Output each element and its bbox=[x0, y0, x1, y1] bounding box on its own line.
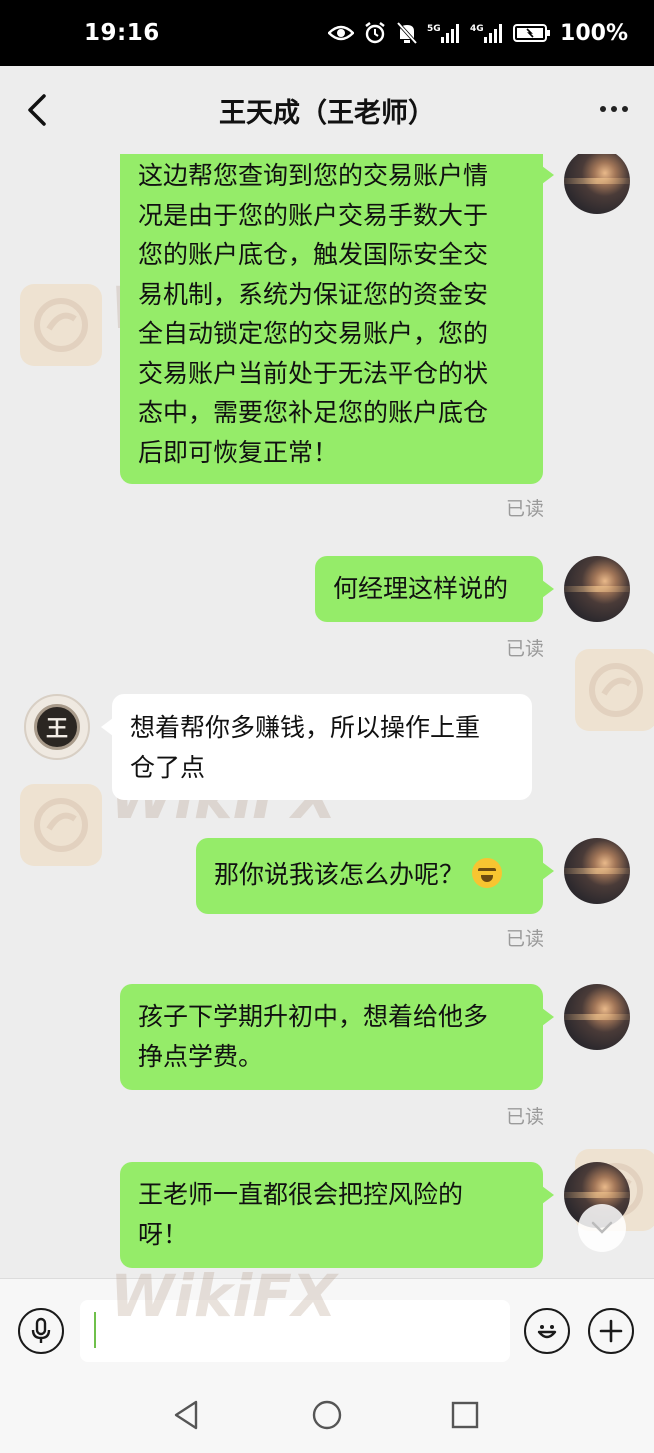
avatar-me[interactable] bbox=[564, 984, 630, 1050]
message-list[interactable]: WikiFX WikiFX 这边帮您查询到您的交易账户情 况是由于您的账户交易手… bbox=[0, 154, 654, 1278]
message-line: 态中，需要您补足您的账户底仓 bbox=[138, 398, 489, 427]
signal-5g-icon: 5G bbox=[427, 24, 460, 43]
smile-icon bbox=[537, 1325, 557, 1339]
message-bubble-sent[interactable]: 孩子下学期升初中，想着给他多 挣点学费。 bbox=[120, 984, 554, 1090]
message-line: 何经理这样说的 bbox=[333, 574, 509, 603]
battery-percent: 100% bbox=[560, 20, 628, 46]
crying-face-emoji-icon bbox=[472, 858, 503, 888]
message-bubble-sent[interactable]: 这边帮您查询到您的交易账户情 况是由于您的账户交易手数大于 您的账户底仓，触发国… bbox=[120, 154, 554, 484]
avatar-contact[interactable]: 王 bbox=[24, 694, 90, 760]
message-line: 后即可恢复正常！ bbox=[138, 437, 339, 467]
nav-home-icon[interactable] bbox=[310, 1398, 344, 1432]
back-arrow-icon[interactable] bbox=[24, 94, 50, 126]
avatar-me[interactable] bbox=[564, 154, 630, 214]
avatar-me[interactable] bbox=[564, 838, 630, 904]
message-line: 王老师一直都很会把控风险的 bbox=[138, 1180, 464, 1209]
signal-4g-icon: 4G bbox=[470, 24, 503, 43]
status-icons: 5G 4G 100% bbox=[328, 21, 628, 46]
alarm-icon bbox=[365, 22, 385, 44]
mute-bell-icon bbox=[396, 21, 418, 45]
emoji-button[interactable] bbox=[524, 1308, 570, 1354]
message-line: 全自动锁定您的交易账户，您的 bbox=[138, 319, 489, 348]
scroll-to-bottom-button[interactable] bbox=[578, 1204, 626, 1252]
message-line: 交易账户当前处于无法平仓的状 bbox=[138, 358, 489, 388]
text-caret bbox=[94, 1312, 96, 1348]
status-bar: 19:16 5G 4G 100% bbox=[0, 0, 654, 66]
read-receipt: 已读 bbox=[505, 1106, 544, 1128]
message-line: 仓了点 bbox=[130, 752, 206, 782]
message-line: 这边帮您查询到您的交易账户情 bbox=[138, 161, 489, 190]
battery-icon bbox=[513, 24, 551, 42]
svg-text:4G: 4G bbox=[470, 24, 484, 34]
avatar-me[interactable] bbox=[564, 556, 630, 622]
voice-input-button[interactable] bbox=[18, 1308, 64, 1354]
watermark-logo bbox=[20, 284, 102, 366]
read-receipt: 已读 bbox=[505, 498, 544, 520]
nav-recents-icon[interactable] bbox=[448, 1398, 482, 1432]
message-line: 挣点学费。 bbox=[138, 1041, 264, 1071]
message-line: 况是由于您的账户交易手数大于 bbox=[138, 200, 489, 230]
message-line: 您的账户底仓，触发国际安全交 bbox=[138, 240, 489, 269]
more-options-icon[interactable] bbox=[600, 106, 628, 112]
message-line: 想着帮你多赚钱，所以操作上重 bbox=[130, 713, 481, 742]
svg-text:5G: 5G bbox=[427, 24, 441, 34]
avatar-contact-char: 王 bbox=[34, 704, 80, 750]
message-bubble-sent[interactable]: 那你说我该怎么办呢？ bbox=[196, 838, 554, 914]
message-bubble-sent[interactable]: 王老师一直都很会把控风险的 呀！ bbox=[120, 1162, 554, 1268]
status-time: 19:16 bbox=[84, 20, 160, 46]
message-line: 孩子下学期升初中，想着给他多 bbox=[138, 1002, 489, 1031]
read-receipt: 已读 bbox=[505, 928, 544, 950]
message-line: 易机制，系统为保证您的资金安 bbox=[138, 279, 489, 309]
eye-icon bbox=[328, 25, 355, 41]
chat-title: 王天成（王老师） bbox=[219, 97, 435, 129]
message-line: 那你说我该怎么办呢？ bbox=[214, 860, 465, 889]
watermark-logo bbox=[20, 784, 102, 866]
watermark-logo bbox=[575, 649, 654, 731]
message-input[interactable] bbox=[80, 1300, 510, 1362]
chat-header: 王天成（王老师） bbox=[0, 66, 654, 154]
microphone-icon bbox=[31, 1317, 51, 1343]
more-actions-button[interactable] bbox=[588, 1308, 634, 1354]
nav-back-icon[interactable] bbox=[170, 1398, 204, 1432]
plus-icon bbox=[599, 1319, 623, 1343]
message-bubble-sent[interactable]: 何经理这样说的 bbox=[315, 556, 554, 622]
chevron-down-icon bbox=[591, 1221, 613, 1234]
message-bubble-received[interactable]: 想着帮你多赚钱，所以操作上重 仓了点 bbox=[101, 694, 532, 800]
read-receipt: 已读 bbox=[505, 638, 544, 660]
message-line: 呀！ bbox=[138, 1219, 189, 1249]
